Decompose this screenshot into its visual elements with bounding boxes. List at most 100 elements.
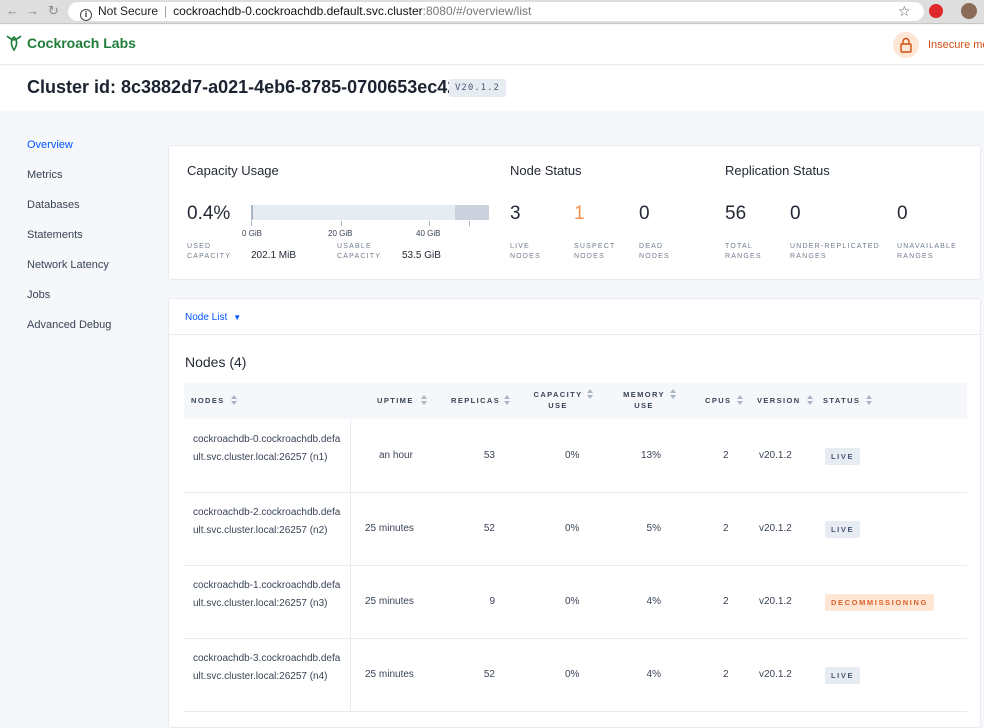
node-replicas: 52 [483, 669, 495, 680]
url-host: cockroachdb-0.cockroachdb.default.svc.cl… [173, 4, 423, 18]
table-header: NODES UPTIME REPLICAS CAPACITY USE MEMOR… [184, 383, 967, 419]
node-list-dropdown[interactable]: Node List ▼ [185, 312, 241, 323]
sort-icon[interactable] [807, 395, 813, 405]
capacity-tick [429, 221, 430, 226]
sort-icon[interactable] [587, 389, 593, 399]
sidebar-item-advanced-debug[interactable]: Advanced Debug [27, 319, 111, 349]
sidebar-item-statements[interactable]: Statements [27, 229, 111, 259]
node-address[interactable]: cockroachdb-0.cockroachdb.default.svc.cl… [193, 431, 345, 467]
column-header-memory-use[interactable]: MEMORY USE [621, 389, 667, 411]
sidebar-item-metrics[interactable]: Metrics [27, 169, 111, 199]
table-row: cockroachdb-3.cockroachdb.default.svc.cl… [184, 639, 967, 712]
cluster-summary-card: Capacity Usage 0.4% 0 GiB 20 GiB 40 GiB … [168, 145, 981, 280]
address-separator: | [164, 4, 168, 18]
capacity-percent: 0.4% [187, 203, 231, 224]
used-capacity-label: Used Capacity [187, 243, 232, 260]
sidebar-item-network-latency[interactable]: Network Latency [27, 259, 111, 289]
status-badge: DECOMMISSIONING [825, 594, 934, 611]
column-header-status[interactable]: STATUS [823, 395, 860, 406]
node-memory-use: 4% [646, 596, 661, 607]
info-icon[interactable]: i [80, 9, 92, 21]
node-version: v20.1.2 [759, 450, 792, 461]
sidebar-item-overview[interactable]: Overview [27, 139, 111, 169]
brand-logo[interactable]: Cockroach Labs [5, 34, 136, 52]
page-title: Cluster id: 8c3882d7-a021-4eb6-8785-0700… [27, 77, 469, 97]
node-address[interactable]: cockroachdb-2.cockroachdb.default.svc.cl… [193, 504, 345, 540]
node-status-heading: Node Status [510, 163, 582, 178]
node-cpus: 2 [723, 523, 729, 534]
status-badge: LIVE [825, 448, 861, 465]
cockroach-logo-icon [6, 35, 22, 52]
column-header-uptime[interactable]: UPTIME [377, 395, 414, 406]
live-nodes-label: Live Nodes [510, 243, 541, 260]
sort-icon[interactable] [866, 395, 872, 405]
address-bar[interactable]: i Not Secure | cockroachdb-0.cockroachdb.de… [68, 2, 924, 21]
capacity-usage-heading: Capacity Usage [187, 163, 279, 178]
version-badge: V20.1.2 [449, 79, 506, 97]
total-ranges-label: Total Ranges [725, 243, 762, 260]
unavailable-ranges-label: Unavailable Ranges [897, 243, 958, 260]
suspect-nodes-label: Suspect Nodes [574, 243, 616, 260]
brand-name: Cockroach Labs [27, 35, 136, 51]
capacity-tick-label: 40 GiB [416, 229, 441, 238]
insecure-lock-icon [893, 32, 919, 58]
node-capacity-use: 0% [565, 596, 580, 607]
node-uptime: 25 minutes [365, 523, 414, 534]
sort-icon[interactable] [231, 395, 237, 405]
node-cpus: 2 [723, 596, 729, 607]
node-capacity-use: 0% [565, 523, 580, 534]
capacity-bar [251, 205, 489, 220]
column-header-replicas[interactable]: REPLICAS [451, 395, 500, 406]
node-uptime: 25 minutes [365, 669, 414, 680]
insecure-mode-link[interactable]: Insecure mod [928, 39, 984, 51]
capacity-tick [341, 221, 342, 226]
node-capacity-use: 0% [565, 669, 580, 680]
profile-avatar[interactable] [961, 3, 977, 19]
back-icon[interactable]: ← [6, 3, 19, 18]
page-title-bar: Cluster id: 8c3882d7-a021-4eb6-8785-0700… [0, 66, 984, 111]
node-address[interactable]: cockroachdb-1.cockroachdb.default.svc.cl… [193, 577, 345, 613]
extension-icon[interactable] [929, 4, 943, 18]
under-replicated-count: 0 [790, 203, 801, 224]
node-list-card: Node List ▼ Nodes (4) NODES UPTIME REPLIC… [168, 298, 981, 728]
usable-capacity-value: 53.5 GiB [402, 250, 441, 261]
table-row: cockroachdb-2.cockroachdb.default.svc.cl… [184, 493, 967, 566]
sidebar-item-databases[interactable]: Databases [27, 199, 111, 229]
column-divider [350, 639, 351, 712]
unavailable-ranges-count: 0 [897, 203, 908, 224]
column-header-version[interactable]: VERSION [757, 395, 801, 406]
column-header-capacity-use[interactable]: CAPACITY USE [533, 389, 583, 411]
divider [169, 334, 980, 335]
sort-icon[interactable] [670, 389, 676, 399]
node-memory-use: 4% [646, 669, 661, 680]
sort-icon[interactable] [737, 395, 743, 405]
node-version: v20.1.2 [759, 669, 792, 680]
node-uptime: 25 minutes [365, 596, 414, 607]
column-header-nodes[interactable]: NODES [191, 395, 225, 406]
capacity-tick [469, 221, 470, 226]
bookmark-star-icon[interactable]: ☆ [898, 3, 911, 20]
capacity-tick-label: 20 GiB [328, 229, 353, 238]
forward-icon[interactable]: → [26, 3, 39, 18]
dead-nodes-count: 0 [639, 203, 650, 224]
sidebar-item-jobs[interactable]: Jobs [27, 289, 111, 319]
column-header-cpus[interactable]: CPUS [705, 395, 731, 406]
node-capacity-use: 0% [565, 450, 580, 461]
security-status: Not Secure [98, 4, 159, 18]
sort-icon[interactable] [504, 395, 510, 405]
total-ranges-count: 56 [725, 203, 747, 224]
node-uptime: an hour [379, 450, 413, 461]
node-address[interactable]: cockroachdb-3.cockroachdb.default.svc.cl… [193, 650, 345, 686]
sort-icon[interactable] [421, 395, 427, 405]
used-capacity-value: 202.1 MiB [251, 250, 297, 261]
browser-toolbar: ← → ↻ i Not Secure | cockroachdb-0.cockroac… [0, 0, 984, 24]
caret-down-icon: ▼ [233, 313, 242, 322]
column-divider [350, 566, 351, 639]
capacity-tick-label: 0 GiB [242, 229, 263, 238]
under-replicated-label: Under-replicated Ranges [790, 243, 880, 260]
column-divider [350, 420, 351, 493]
reload-icon[interactable]: ↻ [48, 3, 59, 19]
replication-status-heading: Replication Status [725, 163, 830, 178]
status-badge: LIVE [825, 667, 861, 684]
node-cpus: 2 [723, 450, 729, 461]
